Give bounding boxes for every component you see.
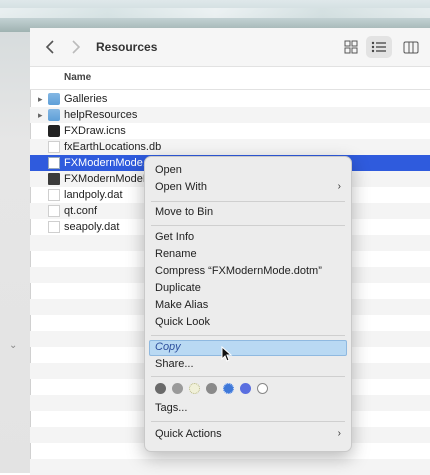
file-name: qt.conf [64,205,98,217]
tag-color-dot[interactable] [155,383,166,394]
menu-separator [151,376,345,377]
file-name: FXModernMode.d [64,157,153,169]
column-view-button[interactable] [398,36,424,58]
tag-color-dot[interactable] [206,383,217,394]
menu-item-open-with[interactable]: Open With [155,181,207,193]
tag-color-dot[interactable] [223,383,234,394]
chevron-left-icon [45,40,54,54]
document-icon [48,205,60,217]
menu-item-move-to-bin[interactable]: Move to Bin [155,206,213,218]
menu-separator [151,335,345,336]
menu-separator [151,225,345,226]
folder-icon [48,109,60,121]
finder-toolbar: Resources [30,28,430,67]
window-title: Resources [96,40,158,54]
tag-color-row [155,383,268,395]
chevron-right-icon: › [337,181,341,192]
desktop-clouds [0,8,430,18]
file-name: Galleries [64,93,108,105]
menu-separator [151,421,345,422]
menu-item-compress[interactable]: Compress “FXModernMode.dotm” [155,265,322,277]
name-column-label: Name [64,72,92,83]
menu-item-copy[interactable]: Copy [155,341,181,353]
document-icon [48,141,60,153]
menu-item-tags[interactable]: Tags... [155,402,187,414]
menu-item-quick-actions[interactable]: Quick Actions [155,428,222,440]
icns-file-icon [48,125,60,137]
document-icon [48,221,60,233]
tag-color-dot[interactable] [172,383,183,394]
menu-item-share[interactable]: Share... [155,358,194,370]
menu-item-make-alias[interactable]: Make Alias [155,299,208,311]
disclosure-triangle-icon[interactable]: ▸ [38,110,43,121]
icon-view-button[interactable] [338,36,364,58]
chevron-right-icon [72,40,81,54]
context-menu: Open Open With › Move to Bin Get Info Re… [144,156,352,452]
list-item[interactable]: fxEarthLocations.db [30,139,430,155]
file-name: fxEarthLocations.db [64,141,162,153]
menu-separator [151,201,345,202]
list-item[interactable]: FXDraw.icns [30,123,430,139]
forward-button[interactable] [66,37,86,57]
list-column-header[interactable]: Name [30,67,430,90]
disclosure-triangle-icon[interactable]: ▸ [38,94,43,105]
file-name: seapoly.dat [64,221,120,233]
menu-item-quick-look[interactable]: Quick Look [155,316,210,328]
file-name: landpoly.dat [64,189,123,201]
finder-sidebar: ⌄ [0,32,31,473]
menu-item-get-info[interactable]: Get Info [155,231,194,243]
list-item[interactable]: ▸ helpResources [30,107,430,123]
grid-icon [344,40,358,54]
document-icon [48,189,60,201]
word-document-icon [48,157,60,169]
chevron-right-icon: › [337,428,341,439]
file-name: helpResources [64,109,138,121]
menu-item-rename[interactable]: Rename [155,248,197,260]
word-document-icon [48,173,60,185]
file-name: FXModernModeM [64,173,153,185]
menu-item-duplicate[interactable]: Duplicate [155,282,201,294]
tag-color-dot[interactable] [240,383,251,394]
folder-icon [48,93,60,105]
back-button[interactable] [40,37,60,57]
mouse-pointer-icon [221,346,233,362]
list-item[interactable]: ▸ Galleries [30,91,430,107]
menu-item-open[interactable]: Open [155,164,182,176]
list-view-button[interactable] [366,36,392,58]
chevron-down-icon[interactable]: ⌄ [9,340,17,351]
tag-color-dot[interactable] [257,383,268,394]
tag-color-dot[interactable] [189,383,200,394]
list-icon [371,41,386,53]
file-name: FXDraw.icns [64,125,126,137]
columns-icon [403,41,419,53]
